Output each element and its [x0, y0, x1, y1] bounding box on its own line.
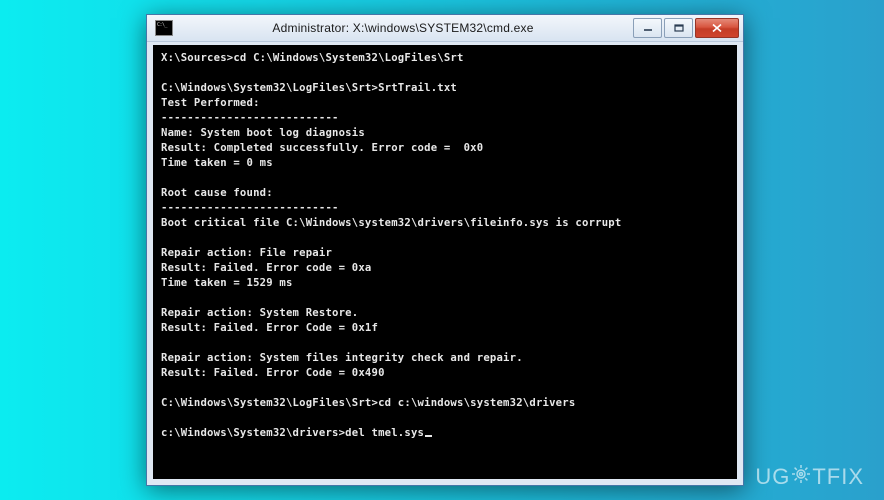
terminal-output[interactable]: X:\Sources>cd C:\Windows\System32\LogFil… [153, 45, 737, 479]
watermark-prefix: UG [755, 464, 790, 490]
minimize-button[interactable] [633, 18, 662, 38]
maximize-button[interactable] [664, 18, 693, 38]
close-button[interactable] [695, 18, 739, 38]
window-title: Administrator: X:\windows\SYSTEM32\cmd.e… [173, 21, 633, 35]
close-icon [711, 23, 723, 33]
cmd-window: Administrator: X:\windows\SYSTEM32\cmd.e… [146, 14, 744, 486]
cmd-icon [155, 20, 173, 36]
watermark-logo: UG TFIX [755, 464, 864, 490]
gear-icon [791, 464, 811, 490]
watermark-suffix: TFIX [812, 464, 864, 490]
maximize-icon [674, 24, 684, 32]
window-controls [633, 18, 739, 38]
titlebar[interactable]: Administrator: X:\windows\SYSTEM32\cmd.e… [147, 15, 743, 42]
minimize-icon [643, 24, 653, 32]
desktop-background: Administrator: X:\windows\SYSTEM32\cmd.e… [0, 0, 884, 500]
